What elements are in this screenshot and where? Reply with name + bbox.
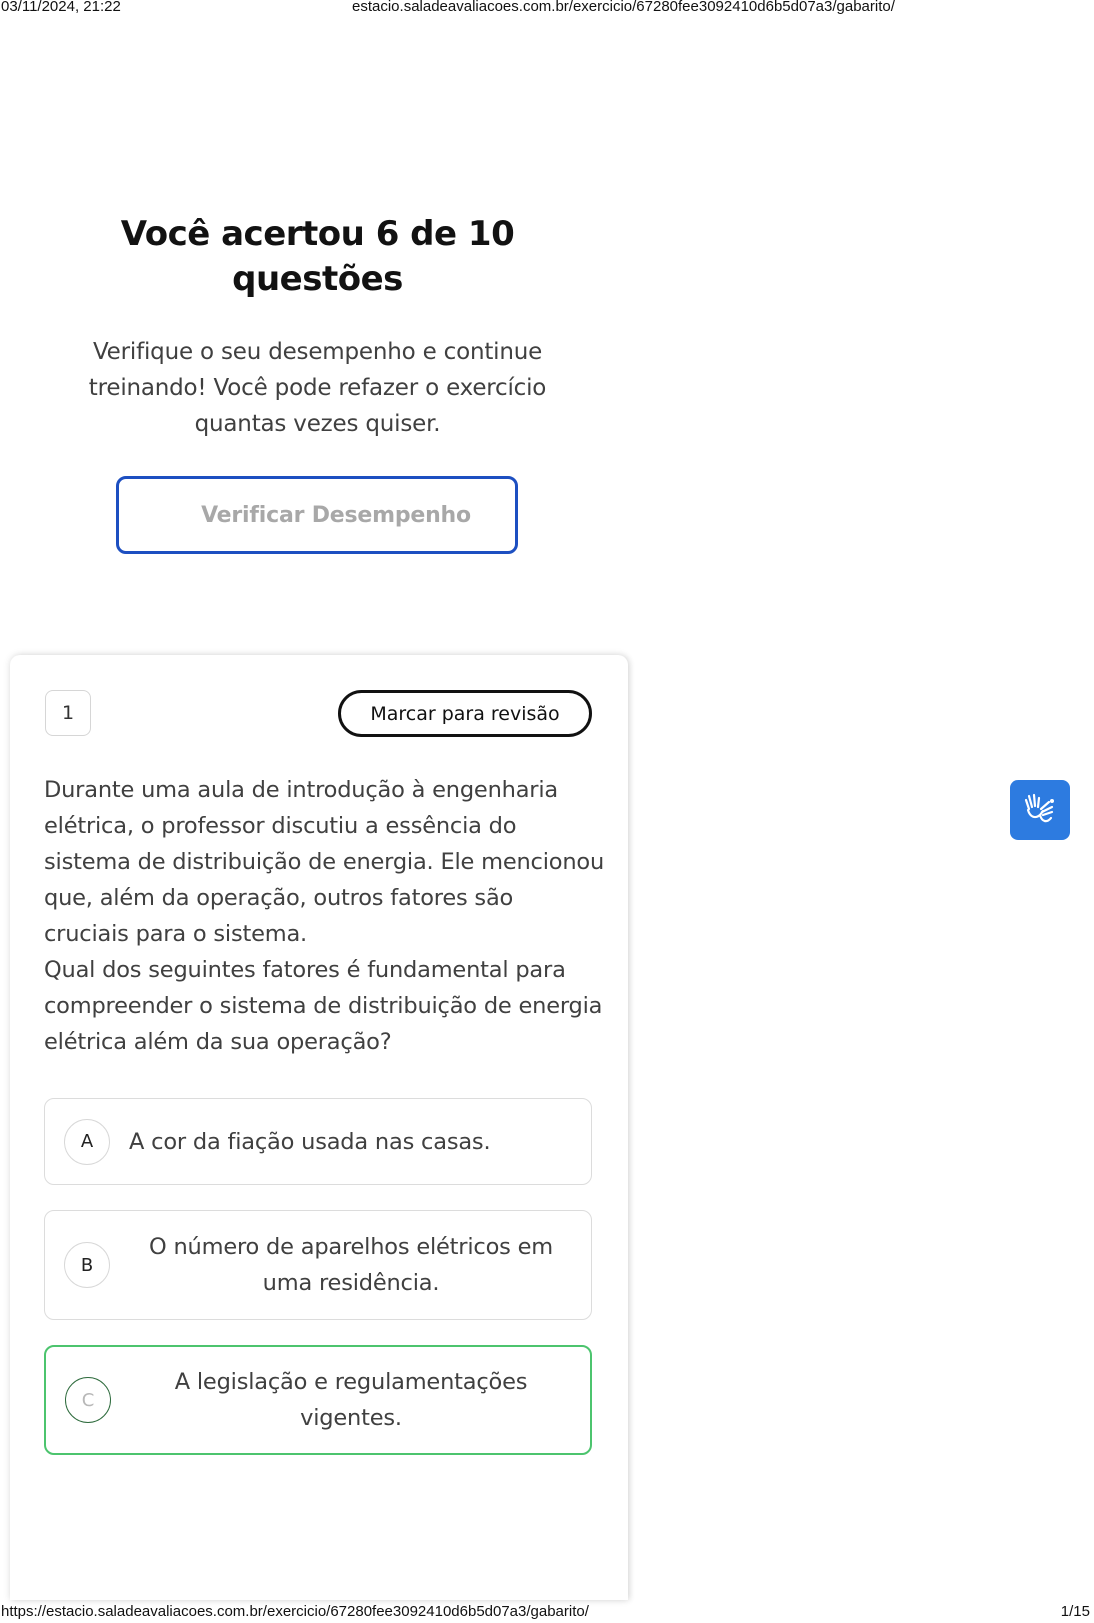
print-header: 03/11/2024, 21:22 estacio.saladeavaliaco… [0, 0, 1094, 18]
result-subtitle: Verifique o seu desempenho e continue tr… [88, 339, 547, 437]
question-paragraph: Qual dos seguintes fatores é fundamental… [44, 957, 603, 1055]
answer-option-c-correct[interactable]: C A legislação e regulamentações vigente… [44, 1345, 592, 1455]
question-statement: Durante uma aula de introdução à engenha… [44, 772, 604, 1060]
question-paragraph: Durante uma aula de introdução à engenha… [44, 777, 605, 947]
result-title: Você acertou 6 de 10 questões [120, 214, 515, 299]
answer-option-a[interactable]: A A cor da fiação usada nas casas. [44, 1098, 592, 1185]
print-page-counter: 1/15 [1060, 1603, 1090, 1620]
answer-option-b[interactable]: B O número de aparelhos elétricos em uma… [44, 1210, 592, 1320]
option-letter: B [64, 1242, 110, 1288]
sign-language-accessibility-button[interactable] [1010, 780, 1070, 840]
option-text: A legislação e regulamentações vigentes. [174, 1369, 528, 1431]
mark-for-review-button[interactable]: Marcar para revisão [338, 690, 592, 737]
print-page-url: estacio.saladeavaliacoes.com.br/exercici… [352, 0, 895, 15]
result-summary: Você acertou 6 de 10 questões Verifique … [60, 212, 575, 442]
print-full-url: https://estacio.saladeavaliacoes.com.br/… [1, 1603, 589, 1620]
verify-performance-button[interactable]: Verificar Desempenho [116, 476, 518, 554]
option-letter: C [65, 1377, 111, 1423]
sign-language-hands-icon [1021, 789, 1059, 832]
option-text: A cor da fiação usada nas casas. [129, 1128, 491, 1155]
option-letter: A [64, 1118, 110, 1165]
print-footer: https://estacio.saladeavaliacoes.com.br/… [0, 1601, 1094, 1623]
print-datetime: 03/11/2024, 21:22 [1, 0, 121, 15]
option-text: O número de aparelhos elétricos em uma r… [149, 1234, 553, 1296]
question-card: 1 Marcar para revisão Durante uma aula d… [10, 655, 628, 1600]
question-number-badge: 1 [45, 690, 91, 736]
